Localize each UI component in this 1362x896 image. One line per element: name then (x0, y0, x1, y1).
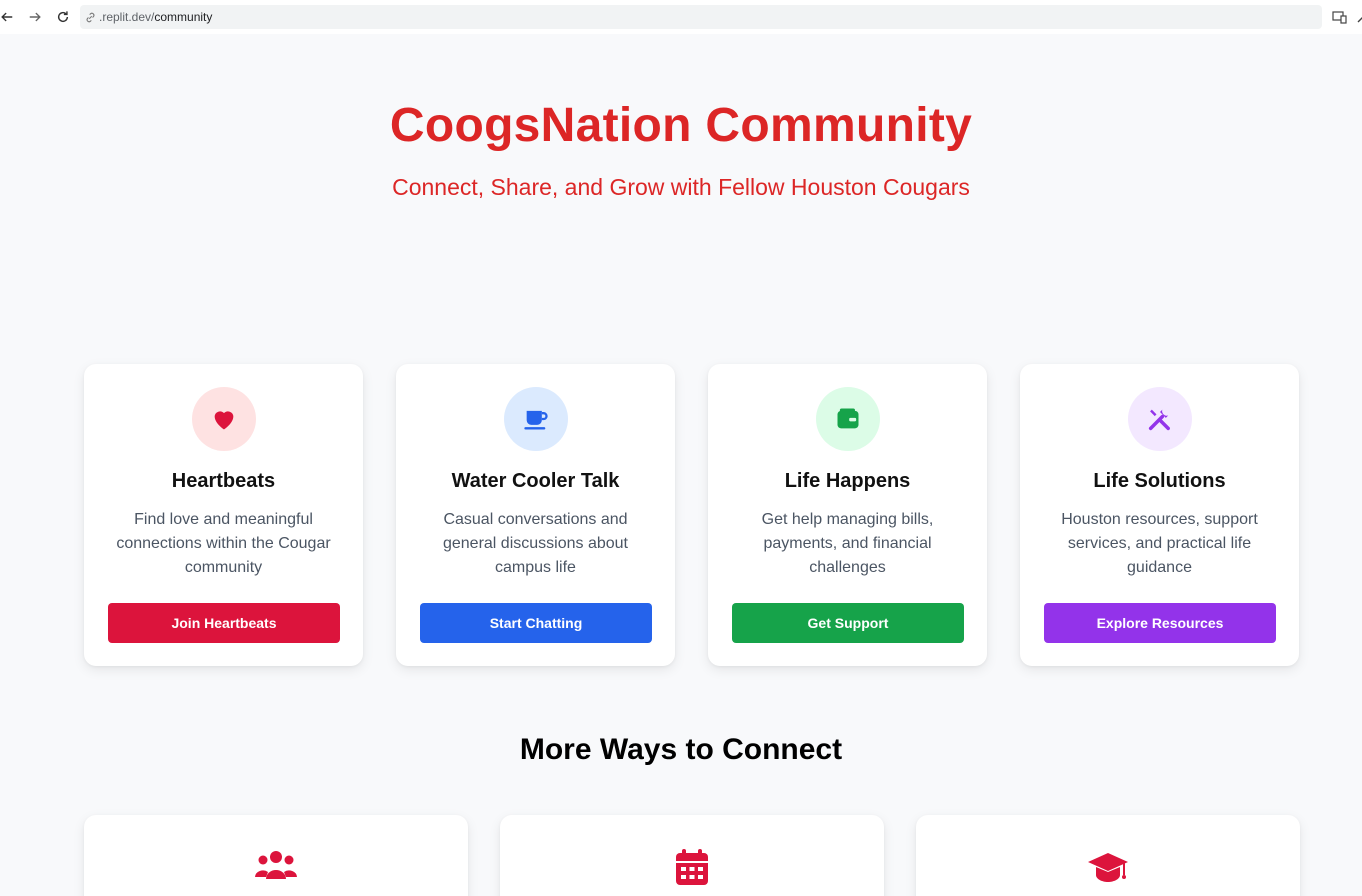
forward-button[interactable] (25, 7, 45, 27)
card-water-cooler-talk: Water Cooler Talk Casual conversations a… (396, 364, 675, 666)
url-host: .replit.dev/ (99, 10, 155, 24)
heart-icon (214, 411, 234, 430)
card-description: Casual conversations and general discuss… (442, 511, 628, 576)
extension-icon[interactable] (1355, 9, 1362, 25)
page-title: CoogsNation Community (389, 99, 973, 152)
card-heartbeats: Heartbeats Find love and meaningful conn… (84, 364, 363, 666)
arrow-right-icon (29, 12, 41, 22)
users-icon (254, 847, 298, 887)
connect-card-events (500, 815, 884, 896)
calendar-icon (670, 847, 714, 887)
tools-icon-circle (1128, 387, 1192, 451)
connect-card-academics (916, 815, 1300, 896)
card-title: Heartbeats (171, 470, 276, 492)
explore-resources-button[interactable]: Explore Resources (1044, 603, 1276, 643)
card-title: Life Happens (784, 470, 911, 492)
wallet-icon-circle (816, 387, 880, 451)
graduation-cap-icon (1086, 847, 1130, 887)
url-path: community (154, 10, 213, 24)
start-chatting-button[interactable]: Start Chatting (420, 603, 652, 643)
page-subtitle: Connect, Share, and Grow with Fellow Hou… (392, 174, 970, 200)
wallet-icon (837, 408, 859, 429)
card-life-solutions: Life Solutions Houston resources, suppor… (1020, 364, 1299, 666)
address-bar[interactable]: .replit.dev/community (80, 5, 1322, 29)
coffee-icon (524, 410, 548, 430)
section-title: More Ways to Connect (519, 733, 843, 766)
heart-icon-circle (192, 387, 256, 451)
card-title: Water Cooler Talk (451, 470, 620, 492)
tools-icon (1148, 409, 1170, 431)
device-icon[interactable] (1332, 9, 1348, 25)
arrow-left-icon (1, 12, 13, 22)
card-description: Get help managing bills, payments, and f… (761, 511, 934, 576)
card-description: Find love and meaningful connections wit… (116, 511, 331, 576)
card-title: Life Solutions (1093, 470, 1226, 492)
card-description: Houston resources, support services, and… (1061, 511, 1258, 576)
join-heartbeats-button[interactable]: Join Heartbeats (108, 603, 340, 643)
card-life-happens: Life Happens Get help managing bills, pa… (708, 364, 987, 666)
connect-card-groups (84, 815, 468, 896)
browser-toolbar: .replit.dev/community (0, 0, 1362, 34)
link-icon (84, 11, 97, 24)
reload-button[interactable] (53, 7, 73, 27)
coffee-icon-circle (504, 387, 568, 451)
get-support-button[interactable]: Get Support (732, 603, 964, 643)
back-button[interactable] (0, 7, 17, 27)
reload-icon (57, 11, 69, 23)
